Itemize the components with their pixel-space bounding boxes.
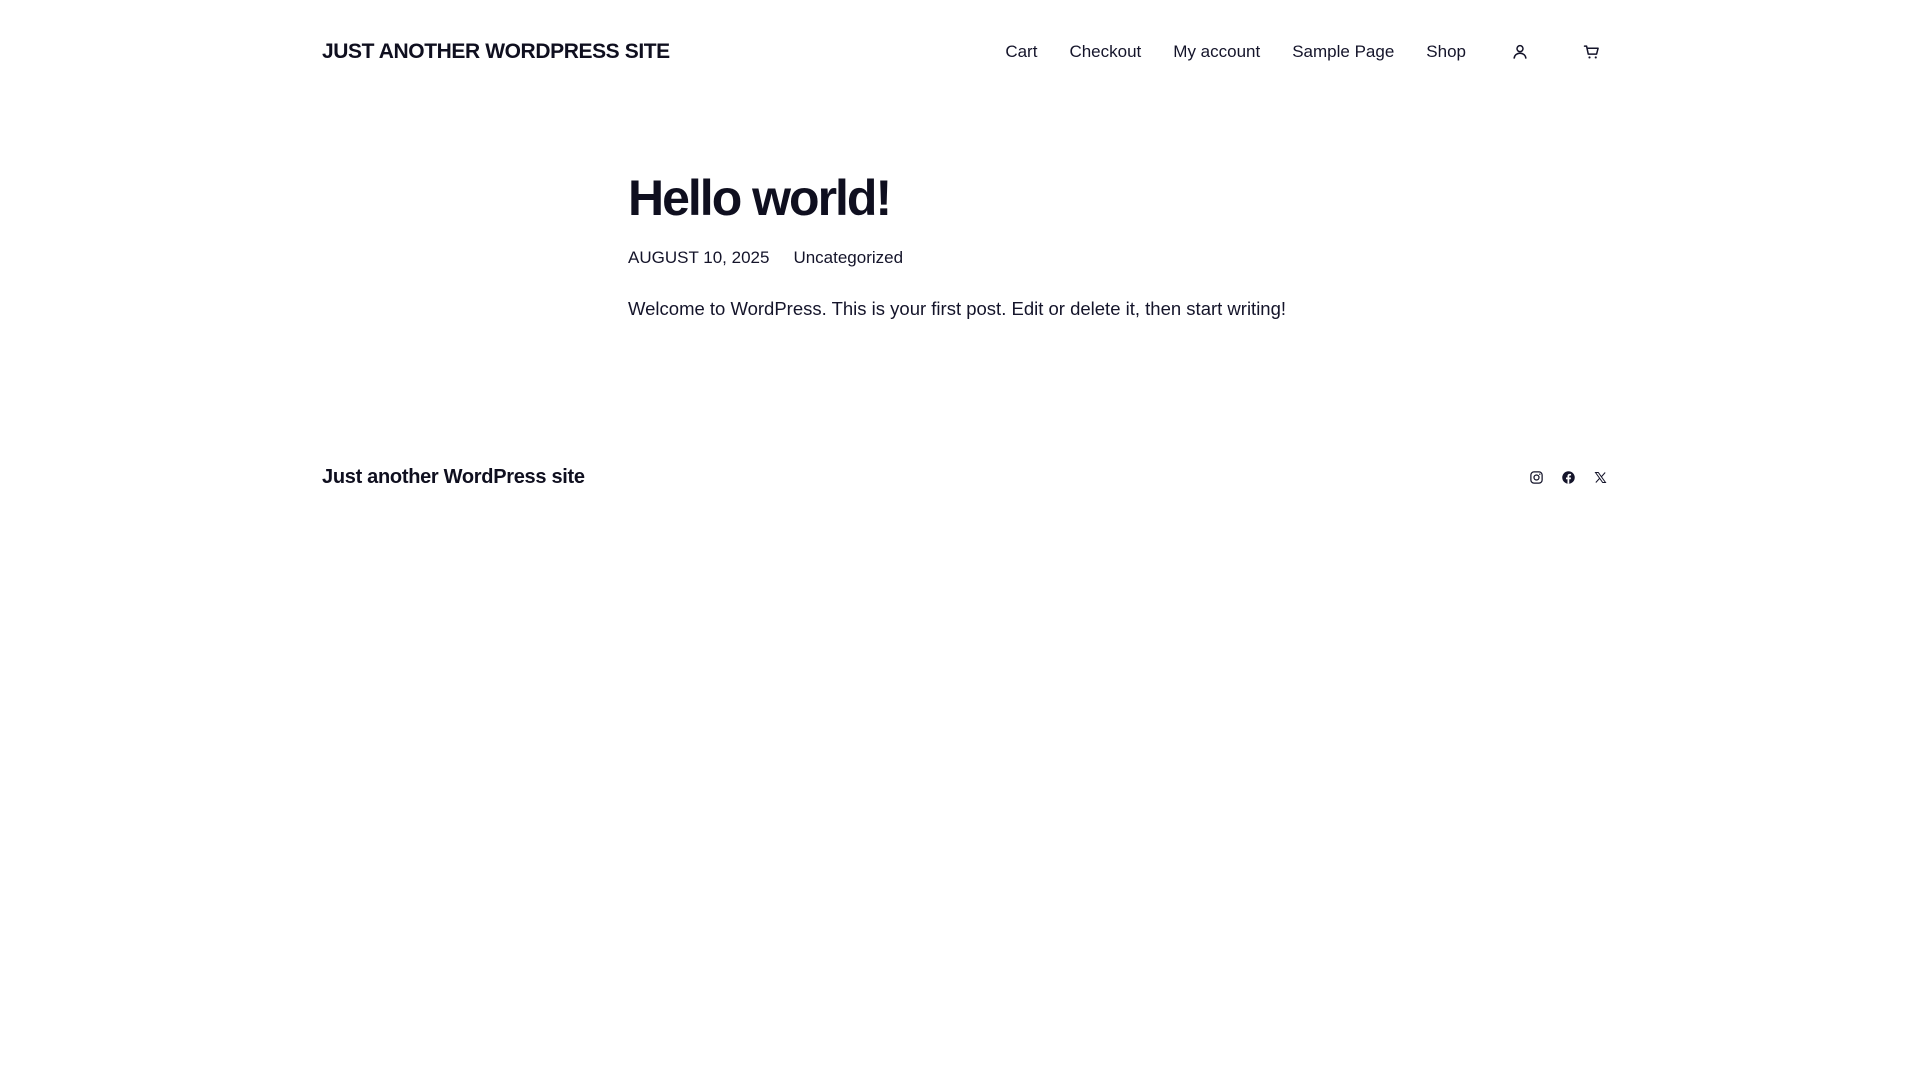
post-category-link[interactable]: Uncategorized <box>793 248 903 268</box>
x-link[interactable] <box>1592 469 1608 485</box>
post-date: AUGUST 10, 2025 <box>628 248 770 267</box>
nav-link-cart[interactable]: Cart <box>1005 42 1037 62</box>
post-title[interactable]: Hello world! <box>628 168 1328 228</box>
account-button[interactable] <box>1508 40 1532 64</box>
facebook-icon <box>1561 470 1575 484</box>
facebook-link[interactable] <box>1560 469 1576 485</box>
social-links <box>1512 469 1608 485</box>
post-content: Welcome to WordPress. This is your first… <box>628 298 1287 319</box>
site-header: JUST ANOTHER WORDPRESS SITE Cart Checkou… <box>322 30 1612 74</box>
page: JUST ANOTHER WORDPRESS SITE Cart Checkou… <box>0 0 1920 1080</box>
site-title-link[interactable]: JUST ANOTHER WORDPRESS SITE <box>322 40 670 64</box>
nav-link-sample-page[interactable]: Sample Page <box>1292 42 1394 62</box>
mini-cart-button[interactable] <box>1580 40 1604 64</box>
footer-site-title-link[interactable]: Just another WordPress site <box>322 466 585 489</box>
nav-link-my-account[interactable]: My account <box>1173 42 1260 62</box>
nav-link-shop[interactable]: Shop <box>1426 42 1466 62</box>
instagram-link[interactable] <box>1528 469 1544 485</box>
site-footer: Just another WordPress site <box>322 462 1612 492</box>
post: Hello world! AUGUST 10, 2025 Uncategoriz… <box>628 168 1328 339</box>
user-icon <box>1513 44 1527 59</box>
cart-icon <box>1583 45 1599 59</box>
nav-link-checkout[interactable]: Checkout <box>1069 42 1141 62</box>
instagram-icon <box>1529 470 1543 484</box>
x-icon <box>1594 471 1606 483</box>
main-navigation: Cart Checkout My account Sample Page Sho… <box>1005 40 1612 64</box>
post-meta: AUGUST 10, 2025 Uncategorized <box>628 248 1328 268</box>
